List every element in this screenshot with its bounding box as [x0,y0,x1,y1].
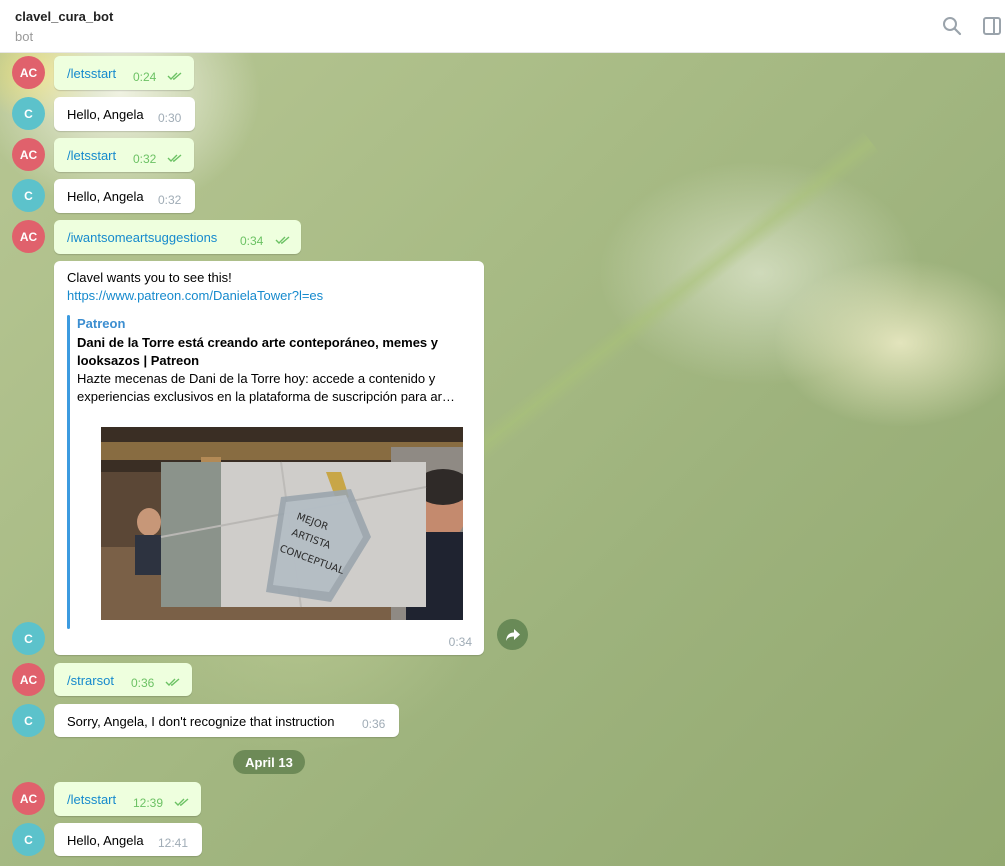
message-text: Hello, Angela [67,833,144,848]
background-decoration [421,131,880,499]
message-text: Hello, Angela [67,107,144,122]
message-time: 0:24 [133,70,157,84]
message-bubble-incoming[interactable]: Sorry, Angela, I don't recognize that in… [54,704,399,737]
chat-subtitle: bot [15,29,34,44]
avatar[interactable]: C [12,179,45,212]
link-preview-message[interactable]: Clavel wants you to see this! https://ww… [54,261,484,655]
message-time: 0:32 [133,152,157,166]
command-link[interactable]: /letsstart [67,792,116,807]
message-bubble-incoming[interactable]: Hello, Angela 12:41 [54,823,202,856]
message-time: 0:32 [158,193,182,207]
avatar[interactable]: AC [12,782,45,815]
read-checkmarks-icon [167,72,182,80]
message-time: 12:41 [158,836,189,850]
preview-title: Dani de la Torre está creando arte conte… [77,335,438,368]
search-icon[interactable] [942,16,962,36]
read-checkmarks-icon [174,798,189,806]
avatar[interactable]: AC [12,220,45,253]
read-checkmarks-icon [165,678,180,686]
message-bubble-outgoing[interactable]: /letsstart 0:32 [54,138,194,172]
message-bubble-outgoing[interactable]: /letsstart 0:24 [54,56,194,90]
message-time: 0:34 [240,234,264,248]
message-bubble-incoming[interactable]: Hello, Angela 0:32 [54,179,195,213]
message-bubble-outgoing[interactable]: /letsstart 12:39 [54,782,201,816]
command-link[interactable]: /iwantsomeartsuggestions [67,230,217,245]
url-link[interactable]: https://www.patreon.com/DanielaTower?l=e… [67,288,323,303]
preview-quote-bar [67,315,70,629]
preview-description-line: experiencias exclusivos en la plataforma… [77,389,455,404]
message-bubble-outgoing[interactable]: /iwantsomeartsuggestions 0:34 [54,220,301,254]
message-text: Sorry, Angela, I don't recognize that in… [67,714,335,729]
avatar[interactable]: C [12,622,45,655]
avatar[interactable]: C [12,97,45,130]
avatar[interactable]: C [12,704,45,737]
chat-title[interactable]: clavel_cura_bot [15,9,113,24]
preview-image[interactable]: MEJOR ARTISTA CONCEPTUAL [101,427,463,620]
message-time: 0:34 [448,635,472,649]
message-time: 12:39 [133,796,164,810]
message-bubble-outgoing[interactable]: /strarsot 0:36 [54,663,192,696]
chat-history[interactable]: AC /letsstart 0:24 C Hello, Angela 0:30 … [0,53,1005,866]
read-checkmarks-icon [167,154,182,162]
preview-description: Hazte mecenas de Dani de la Torre hoy: a… [77,370,472,406]
message-time: 0:30 [158,111,182,125]
avatar[interactable]: C [12,823,45,856]
avatar[interactable]: AC [12,663,45,696]
message-text: Hello, Angela [67,189,144,204]
date-separator: April 13 [233,750,305,774]
message-time: 0:36 [131,676,155,690]
panel-toggle-icon[interactable] [982,16,1002,36]
message-time: 0:36 [362,717,386,731]
command-link[interactable]: /strarsot [67,673,114,688]
message-text: Clavel wants you to see this! [67,270,232,285]
preview-description-line: Hazte mecenas de Dani de la Torre hoy: a… [77,371,436,386]
command-link[interactable]: /letsstart [67,148,116,163]
command-link[interactable]: /letsstart [67,66,116,81]
avatar[interactable]: AC [12,56,45,89]
message-bubble-incoming[interactable]: Hello, Angela 0:30 [54,97,195,131]
preview-site-name: Patreon [77,316,126,331]
share-arrow-icon [505,628,520,641]
avatar[interactable]: AC [12,138,45,171]
read-checkmarks-icon [275,236,290,244]
share-button[interactable] [497,619,528,650]
chat-header: clavel_cura_bot bot [0,0,1005,53]
